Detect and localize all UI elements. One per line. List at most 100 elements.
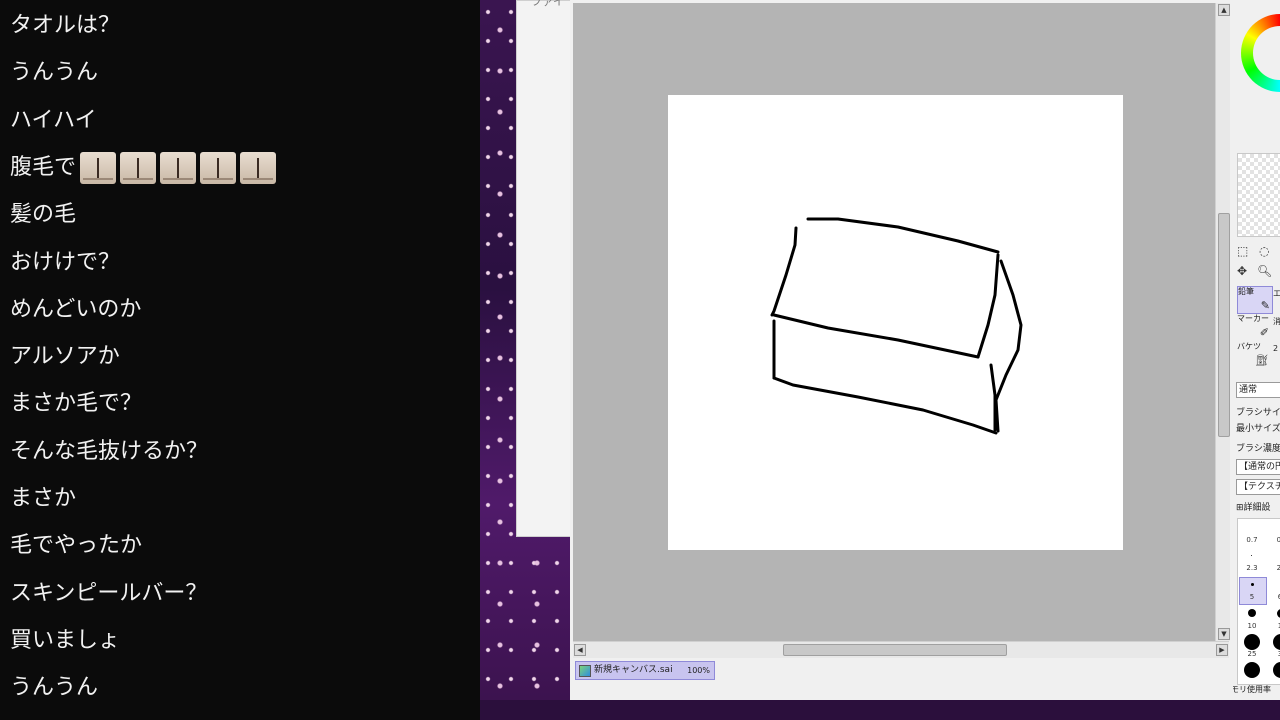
- texture-select[interactable]: 【テクスチャ: [1236, 479, 1280, 495]
- chat-message: アルソアか: [10, 337, 120, 377]
- brush-dot: [1248, 609, 1256, 617]
- canvas-area[interactable]: [573, 3, 1215, 641]
- chat-message: おけけで？: [10, 243, 120, 283]
- chat-message: めんどいのか: [10, 290, 141, 330]
- chat-message-text: タオルは？: [10, 13, 121, 38]
- chat-message-text: 買いましょ: [10, 627, 121, 653]
- chat-message: タオルは？: [10, 6, 120, 46]
- stroke-right-bottom: [989, 363, 997, 432]
- brush-size-value[interactable]: 10: [1240, 622, 1264, 630]
- chat-message-text: 髪の毛: [10, 202, 77, 228]
- tool-pencil[interactable]: 鉛筆 ✎: [1237, 286, 1273, 314]
- plus-icon: ⊞: [1236, 503, 1244, 513]
- chat-message-text: うんうん: [10, 675, 99, 701]
- scroll-left-arrow-icon[interactable]: ◀: [574, 644, 586, 656]
- brush-shape-select[interactable]: 【通常の円: [1236, 459, 1280, 475]
- canvas-tab-zoom: 100%: [687, 666, 710, 675]
- chat-panel: タオルは？ うんうん ハイハイ 腹毛で 髪の毛 おけけで？ めんどいのか アルソアか まさか毛で…: [0, 0, 480, 720]
- brush-size-value[interactable]: 2.: [1268, 564, 1280, 572]
- brush-dot: [1273, 662, 1280, 678]
- brush-size-grid[interactable]: 0.7 0. 2.3 2. 5 6 10 1 25 3: [1237, 518, 1280, 685]
- chat-message: まさか毛で？: [10, 384, 142, 424]
- advanced-settings-label: 詳細設: [1243, 503, 1271, 513]
- chat-message: 毛でやったか: [10, 526, 142, 566]
- move-icon[interactable]: ✥: [1237, 264, 1247, 278]
- stroke-left-top: [770, 226, 798, 317]
- color-preview-swatch[interactable]: [1237, 153, 1280, 237]
- canvas-tab[interactable]: 新規キャンバス.sai 100%: [575, 661, 715, 680]
- marker-icon: ✐: [1259, 326, 1269, 339]
- brush-size-label: ブラシサイズ: [1236, 408, 1280, 418]
- brush-size-value[interactable]: 0.: [1268, 536, 1280, 544]
- stroke-bottom-edge: [772, 376, 998, 435]
- tool-panel: ⬚ ◌ ✥ 🔍︎ 鉛筆 ✎ マーカー ✐ バケツ ⛽︎ エ 消 2 通常 ブラシ…: [1233, 0, 1280, 700]
- brush-size-value[interactable]: 2.3: [1240, 564, 1264, 572]
- canvas-paper[interactable]: [668, 95, 1123, 550]
- brush-size-value[interactable]: 3: [1268, 650, 1280, 658]
- wallpaper-bottom-strip: [480, 700, 1280, 720]
- chat-message-text: まさか: [10, 486, 77, 511]
- horizontal-scrollbar[interactable]: ◀ ▶: [573, 641, 1229, 658]
- paint-tool-sai-window: ▲ ▼ ◀ ▶ 新規キャンバス.sai 100% ⬚ ◌ ✥ 🔍︎ 鉛筆 ✎ マ…: [570, 0, 1280, 700]
- brush-density-label: ブラシ濃度: [1236, 444, 1280, 454]
- chat-message-text: 毛でやったか: [10, 533, 143, 559]
- chat-message-text: アルソアか: [10, 344, 120, 370]
- background-window[interactable]: ファイ: [516, 0, 578, 537]
- scroll-up-arrow-icon[interactable]: ▲: [1218, 4, 1230, 16]
- horizontal-scroll-thumb[interactable]: [783, 644, 1007, 656]
- chat-message-text: うんうん: [10, 60, 99, 86]
- stroke-front-edge: [772, 313, 980, 359]
- chat-message-text: スキンピールバー？: [10, 580, 208, 606]
- chat-message: まさか: [10, 479, 76, 519]
- lasso-icon[interactable]: ◌: [1259, 244, 1269, 258]
- chat-emote-icon: [80, 151, 117, 184]
- chat-message: 髪の毛: [10, 195, 76, 235]
- chat-message: うんうん: [10, 668, 98, 708]
- chat-message: 買いましょ: [10, 621, 120, 661]
- tool-second-col-label[interactable]: 消: [1273, 316, 1280, 327]
- brush-dot: [1244, 662, 1260, 678]
- background-window-title: ファイ: [531, 0, 564, 8]
- blend-mode-select[interactable]: 通常: [1236, 382, 1280, 398]
- brush-size-value[interactable]: 25: [1240, 650, 1264, 658]
- chat-emote-icon: [120, 151, 157, 184]
- chat-message: 腹毛で: [10, 148, 277, 188]
- stroke-top-edge: [806, 217, 1000, 254]
- chat-message-text: まさか毛で？: [10, 391, 143, 417]
- chat-message-text: そんな毛抜けるか？: [10, 438, 209, 464]
- brush-size-value[interactable]: 6: [1268, 593, 1280, 601]
- tool-marker-label: マーカー: [1237, 314, 1269, 323]
- brush-size-value[interactable]: 1: [1268, 622, 1280, 630]
- canvas-tab-bar: 新規キャンバス.sai 100%: [573, 659, 1229, 683]
- brush-dot: [1251, 583, 1254, 586]
- vertical-scroll-thumb[interactable]: [1218, 213, 1230, 437]
- chat-message-text: ハイハイ: [10, 107, 97, 133]
- tool-third-col-label[interactable]: 2: [1273, 344, 1278, 353]
- chat-emote-icon: [240, 151, 277, 184]
- brush-dot: [1251, 555, 1252, 556]
- tool-marker[interactable]: マーカー ✐: [1237, 314, 1271, 340]
- stroke-right-side: [994, 259, 1023, 433]
- brush-dot: [1244, 634, 1260, 650]
- brush-size-value[interactable]: 5: [1240, 593, 1264, 601]
- scroll-down-arrow-icon[interactable]: ▼: [1218, 628, 1230, 640]
- chat-message: うんうん: [10, 53, 98, 93]
- tool-eraser-label[interactable]: エ: [1273, 288, 1280, 299]
- tool-bucket[interactable]: バケツ ⛽︎: [1237, 342, 1271, 368]
- color-wheel[interactable]: [1241, 14, 1280, 92]
- brush-size-value[interactable]: 0.7: [1240, 536, 1264, 544]
- advanced-settings-toggle[interactable]: ⊞詳細設: [1236, 500, 1271, 513]
- tool-pencil-label: 鉛筆: [1238, 287, 1254, 296]
- stroke-right-vertical: [976, 253, 1000, 359]
- brush-dot: [1273, 634, 1280, 650]
- chat-emote-icon: [200, 151, 237, 184]
- scroll-right-arrow-icon[interactable]: ▶: [1216, 644, 1228, 656]
- chat-message-text: めんどいのか: [10, 296, 142, 322]
- bucket-icon: ⛽︎: [1255, 354, 1269, 367]
- selection-rect-icon[interactable]: ⬚: [1237, 244, 1248, 258]
- canvas-file-icon: [579, 665, 591, 677]
- chat-message-text: おけけで？: [10, 249, 121, 275]
- zoom-icon[interactable]: 🔍︎: [1257, 264, 1272, 278]
- vertical-scrollbar[interactable]: ▲ ▼: [1215, 3, 1230, 641]
- chat-message: ハイハイ: [10, 101, 97, 141]
